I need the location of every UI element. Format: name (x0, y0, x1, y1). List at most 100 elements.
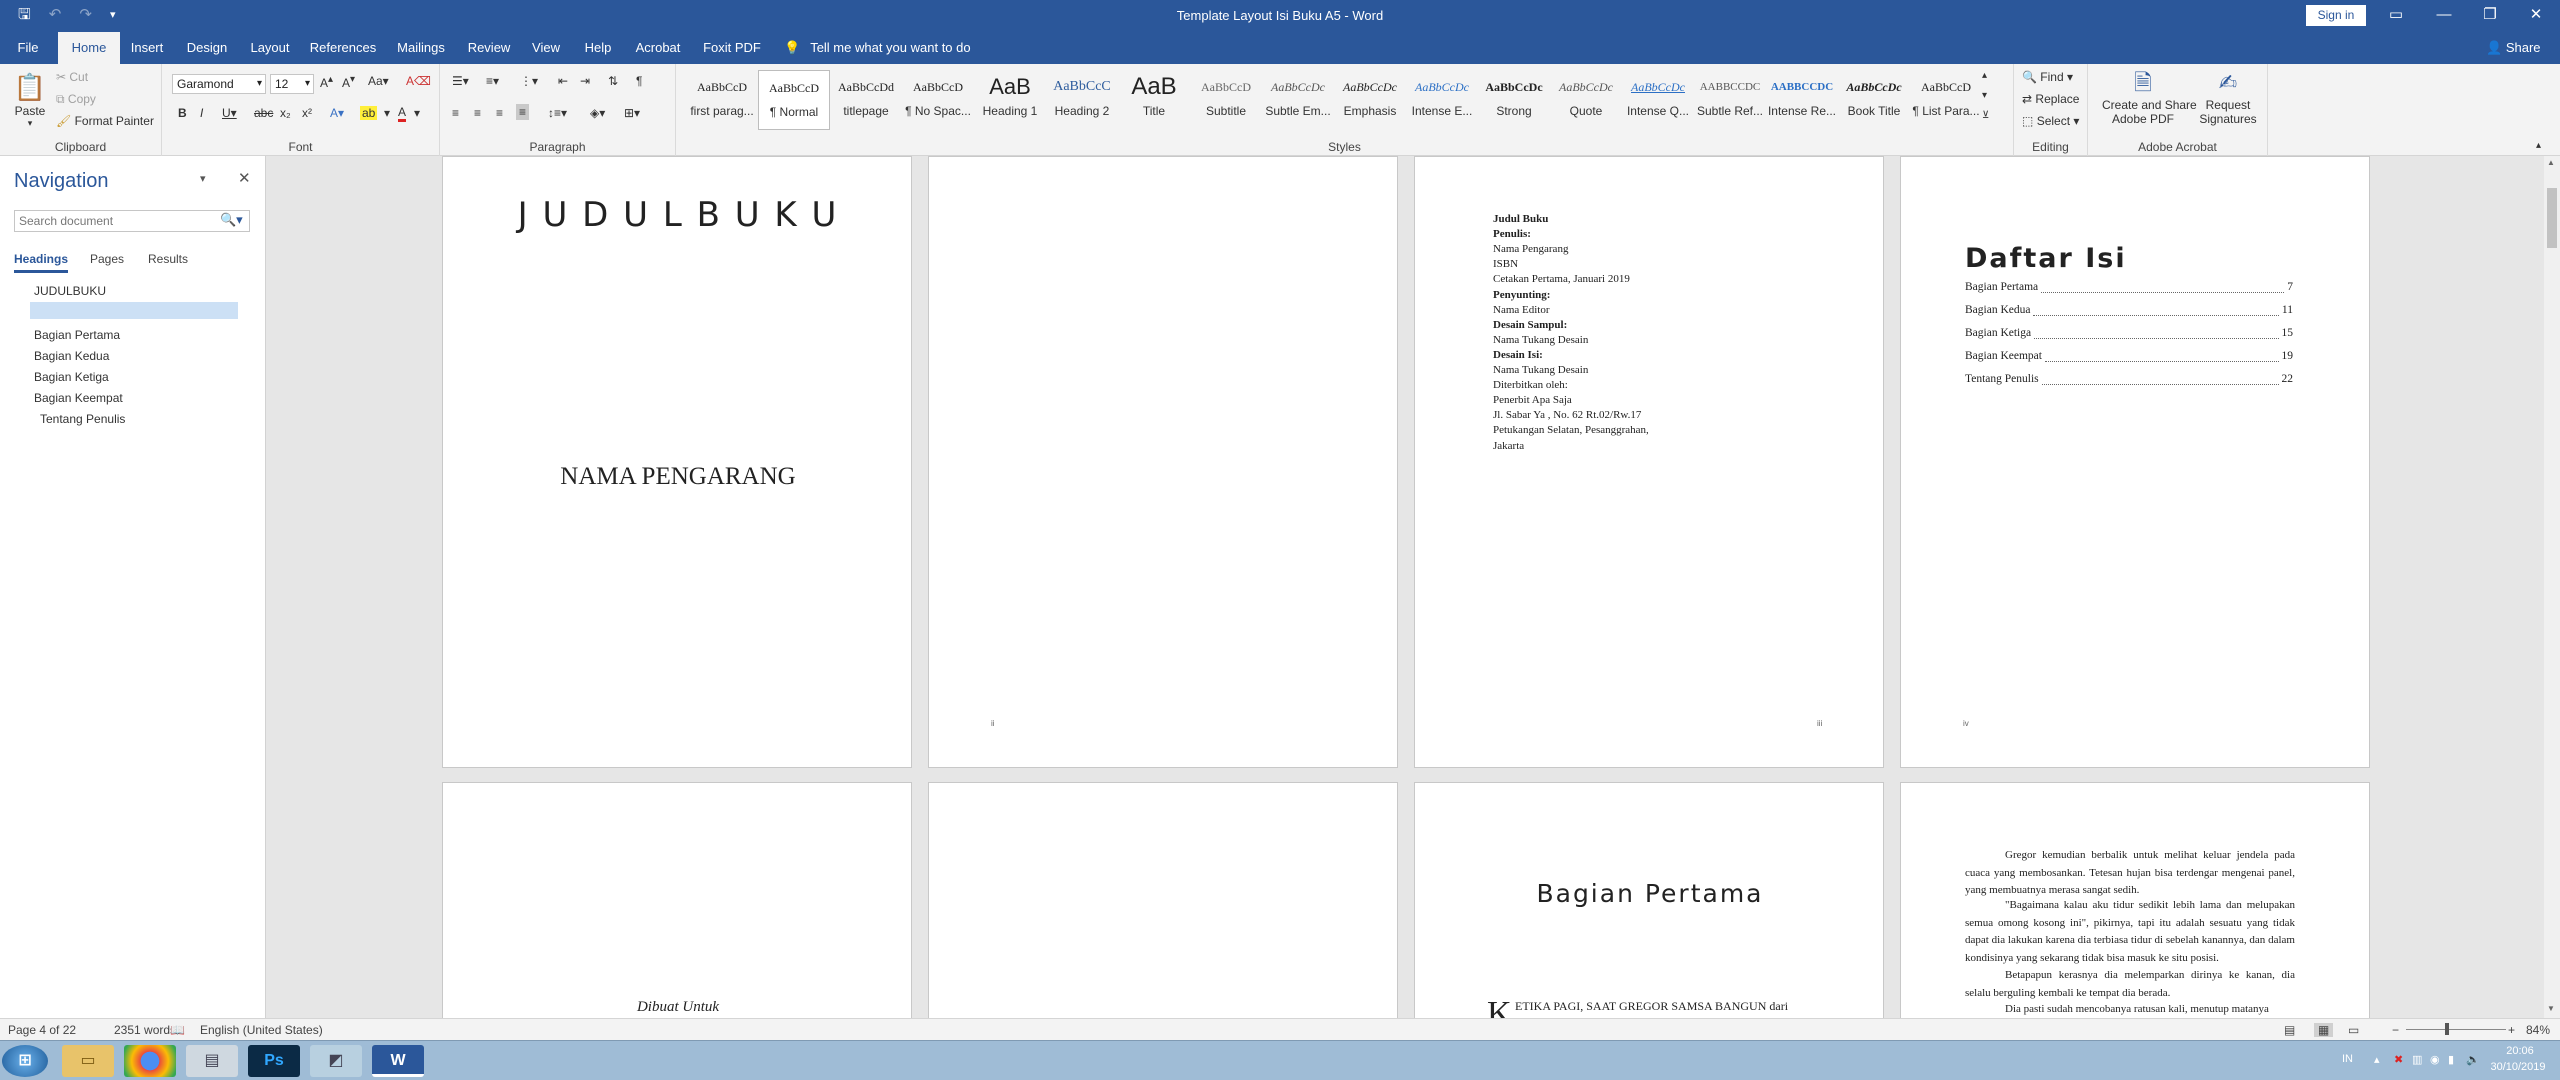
selected-heading-highlight[interactable] (30, 302, 238, 319)
tab-mailings[interactable]: Mailings (390, 32, 452, 64)
tab-headings[interactable]: Headings (14, 252, 69, 273)
tab-help[interactable]: Help (578, 32, 618, 64)
style-title[interactable]: AaB Title (1118, 70, 1190, 130)
tab-home[interactable]: Home (58, 32, 120, 64)
highlight-icon[interactable]: ab (360, 106, 378, 120)
web-layout-icon[interactable]: ▭ (2348, 1023, 2359, 1037)
app-icon[interactable]: ◩ (310, 1045, 362, 1077)
superscript-icon[interactable]: x² (302, 106, 312, 120)
strikethrough-icon[interactable]: abc (254, 106, 273, 120)
close-icon[interactable]: ✕ (2516, 3, 2556, 27)
sort-icon[interactable]: ⇅ (608, 74, 618, 88)
tab-references[interactable]: References (308, 32, 378, 64)
font-color-icon[interactable]: A (398, 106, 407, 122)
select-button[interactable]: ⬚ Select ▾ (2022, 114, 2079, 128)
align-center-icon[interactable]: ≡ (474, 106, 481, 120)
search-icon[interactable]: 🔍▾ (220, 212, 243, 228)
style-subtle-em[interactable]: AaBbCcDc Subtle Em... (1262, 70, 1334, 130)
bold-icon[interactable]: B (178, 106, 187, 120)
request-signatures-button[interactable]: ✍ Request Signatures (2198, 68, 2258, 126)
align-right-icon[interactable]: ≡ (496, 106, 503, 120)
tab-design[interactable]: Design (182, 32, 232, 64)
increase-indent-icon[interactable]: ⇥ (580, 74, 590, 88)
page-copyright[interactable]: Judul Buku Penulis: Nama Pengarang ISBN Ceta… (1414, 156, 1884, 768)
clock-date[interactable]: 30/10/2019 (2478, 1061, 2558, 1073)
zoom-slider-knob[interactable] (2445, 1023, 2450, 1035)
style-intense-q[interactable]: AaBbCcDc Intense Q... (1622, 70, 1694, 130)
style-first-parag[interactable]: AaBbCcD first parag... (686, 70, 758, 130)
clear-formatting-icon[interactable]: A⌫ (406, 74, 431, 88)
font-size-box[interactable]: 12 ▾ (270, 74, 314, 94)
numbering-icon[interactable]: ≡▾ (486, 74, 499, 88)
pane-options-icon[interactable]: ▾ (200, 172, 206, 185)
toc-entry[interactable]: Tentang Penulis 22 (1965, 373, 2293, 389)
chevron-down-icon[interactable]: ▾ (257, 75, 262, 93)
page-title[interactable]: J U D U L B U K U NAMA PENGARANG (442, 156, 912, 768)
chevron-down-icon[interactable]: ▾ (305, 75, 310, 93)
scroll-up-icon[interactable]: ▲ (2547, 158, 2555, 167)
proofing-icon[interactable]: 📖 (170, 1023, 185, 1037)
bullets-icon[interactable]: ☰▾ (452, 74, 469, 88)
chrome-icon[interactable] (124, 1045, 176, 1077)
tab-insert[interactable]: Insert (124, 32, 170, 64)
collapse-ribbon-icon[interactable]: ▴ (2536, 140, 2541, 151)
page-dedication[interactable]: Dibuat Untuk (442, 782, 912, 1018)
style-normal[interactable]: AaBbCcD ¶ Normal (758, 70, 830, 130)
align-left-icon[interactable]: ≡ (452, 106, 459, 120)
heading-item[interactable]: Tentang Penulis (40, 412, 125, 426)
style-intense-e[interactable]: AaBbCcDc Intense E... (1406, 70, 1478, 130)
security-icon[interactable]: ✖ (2394, 1053, 2403, 1066)
tab-layout[interactable]: Layout (244, 32, 296, 64)
tab-foxit-pdf[interactable]: Foxit PDF (698, 32, 766, 64)
heading-item[interactable]: Bagian Kedua (34, 349, 109, 363)
tab-results[interactable]: Results (148, 252, 188, 266)
style-titlepage[interactable]: AaBbCcDd titlepage (830, 70, 902, 130)
clock-time[interactable]: 20:06 (2490, 1045, 2550, 1057)
page-blank-2[interactable] (928, 782, 1398, 1018)
page-toc[interactable]: Daftar Isi Bagian Pertama 7 Bagian Kedua 11… (1900, 156, 2370, 768)
zoom-out-icon[interactable]: − (2392, 1023, 2399, 1037)
tab-view[interactable]: View (526, 32, 566, 64)
highlight-dropdown-icon[interactable]: ▾ (384, 106, 390, 120)
text-effects-icon[interactable]: A▾ (330, 106, 344, 120)
toc-entry[interactable]: Bagian Kedua 11 (1965, 304, 2293, 320)
page-body-text[interactable]: Gregor kemudian berbalik untuk melihat k… (1900, 782, 2370, 1018)
share-button[interactable]: 👤 Share (2486, 32, 2541, 64)
zoom-slider[interactable] (2406, 1029, 2506, 1030)
zoom-in-icon[interactable]: + (2508, 1023, 2515, 1037)
font-color-dropdown-icon[interactable]: ▾ (414, 106, 420, 120)
language-indicator[interactable]: English (United States) (200, 1023, 323, 1037)
tab-pages[interactable]: Pages (90, 252, 124, 266)
heading-item[interactable]: Bagian Pertama (34, 328, 120, 342)
file-explorer-icon[interactable]: ▭ (62, 1045, 114, 1077)
find-button[interactable]: 🔍 Find ▾ (2022, 70, 2073, 84)
tab-file[interactable]: File (10, 32, 46, 64)
line-spacing-icon[interactable]: ↕≡▾ (548, 106, 567, 120)
sign-in-button[interactable]: Sign in (2306, 5, 2366, 26)
heading-item[interactable]: JUDULBUKU (34, 284, 106, 298)
style-heading-2[interactable]: AaBbCcC Heading 2 (1046, 70, 1118, 130)
tray-expand-icon[interactable]: ▴ (2374, 1053, 2380, 1066)
heading-item[interactable]: Bagian Keempat (34, 391, 123, 405)
shrink-font-icon[interactable]: A▾ (342, 74, 355, 90)
word-taskbar-icon[interactable]: W (372, 1045, 424, 1077)
restore-icon[interactable]: ❐ (2470, 3, 2510, 27)
language-tray[interactable]: IN (2342, 1053, 2353, 1065)
toc-entry[interactable]: Bagian Pertama 7 (1965, 281, 2293, 297)
grow-font-icon[interactable]: A▴ (320, 74, 333, 90)
page-blank[interactable]: ii (928, 156, 1398, 768)
tray-app-icon[interactable]: ▥ (2412, 1053, 2422, 1066)
document-canvas[interactable]: J U D U L B U K U NAMA PENGARANG ii Judu… (266, 156, 2544, 1018)
toc-entry[interactable]: Bagian Keempat 19 (1965, 350, 2293, 366)
heading-item[interactable]: Bagian Ketiga (34, 370, 109, 384)
borders-icon[interactable]: ⊞▾ (624, 106, 640, 120)
underline-icon[interactable]: U▾ (222, 106, 237, 120)
cut-button[interactable]: ✂ Cut (56, 70, 88, 84)
read-mode-icon[interactable]: ▤ (2284, 1023, 2295, 1037)
multilevel-list-icon[interactable]: ⋮▾ (520, 74, 538, 88)
style-intense-re[interactable]: AABBCCDC Intense Re... (1766, 70, 1838, 130)
style-book-title[interactable]: AaBbCcDc Book Title (1838, 70, 1910, 130)
style-emphasis[interactable]: AaBbCcDc Emphasis (1334, 70, 1406, 130)
page-count[interactable]: Page 4 of 22 (8, 1023, 76, 1037)
subscript-icon[interactable]: x₂ (280, 106, 291, 120)
